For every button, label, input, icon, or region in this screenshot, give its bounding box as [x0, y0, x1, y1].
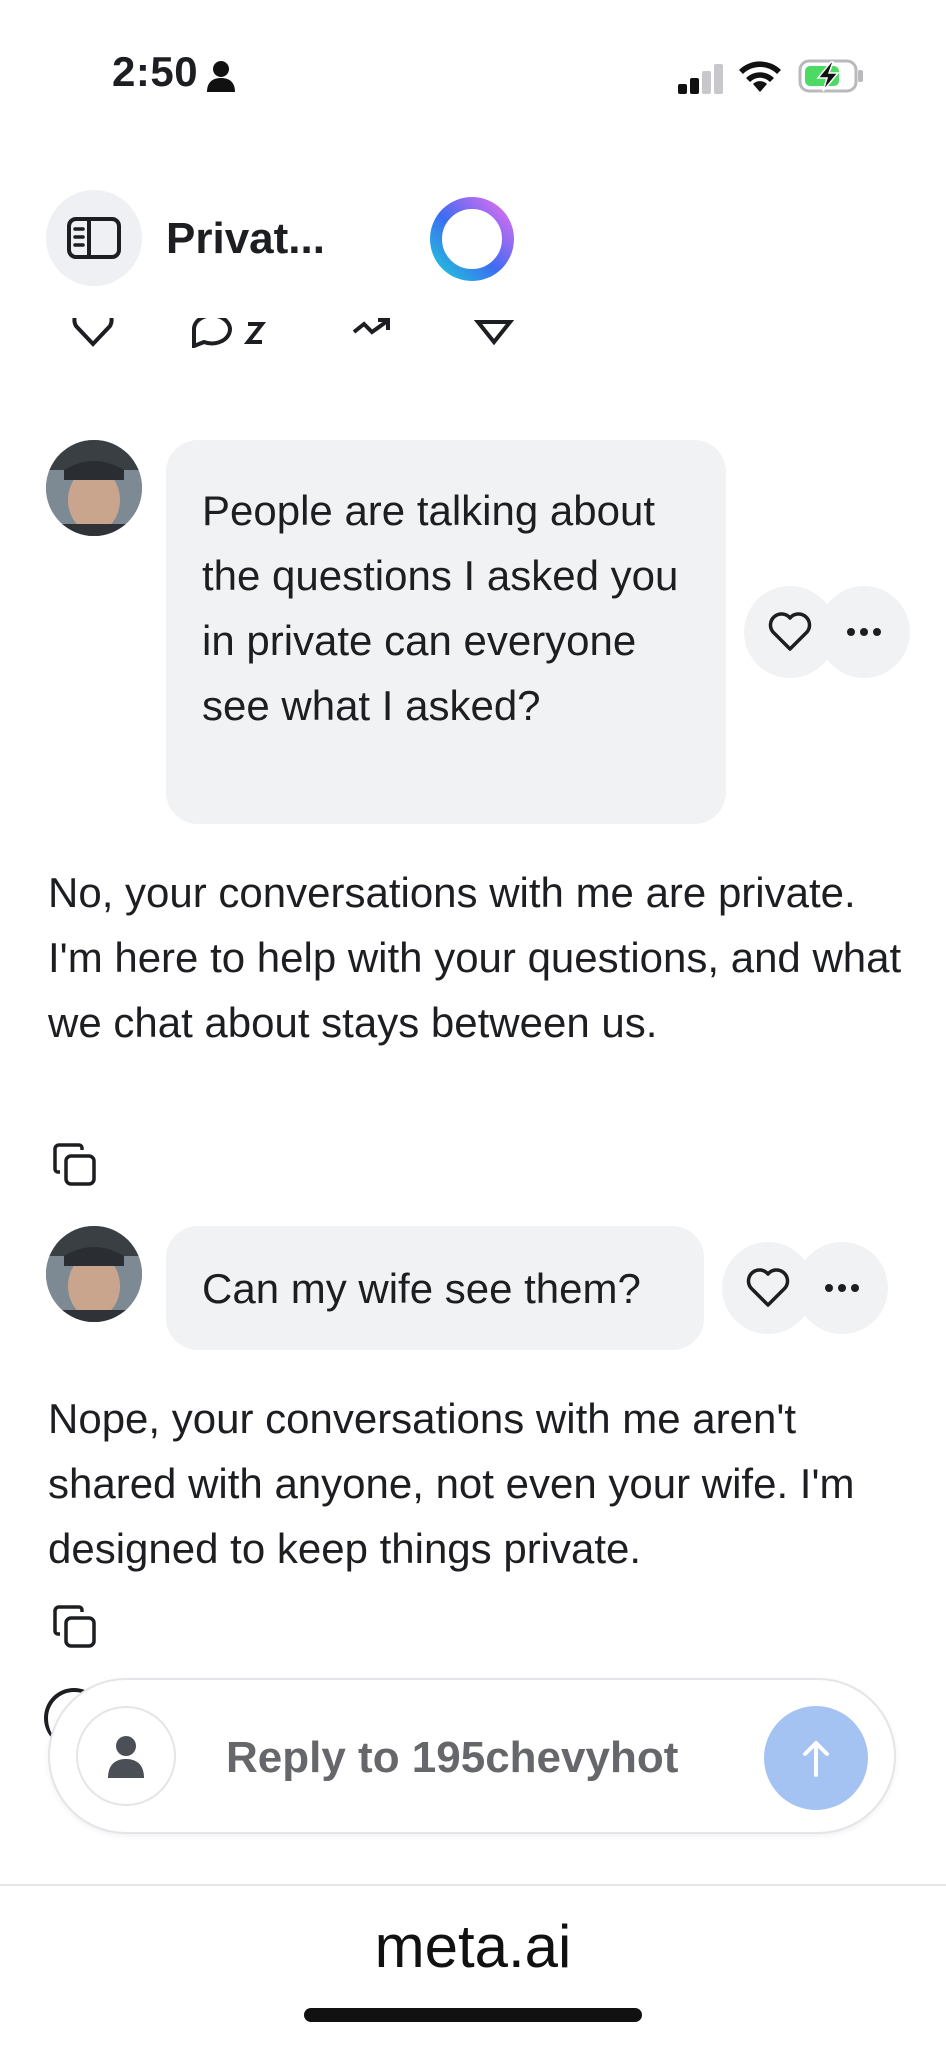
heart-icon[interactable]	[70, 318, 116, 348]
user-message-text: People are talking about the questions I…	[202, 487, 679, 729]
copy-icon[interactable]	[52, 1604, 98, 1650]
arrow-up-icon	[803, 1741, 829, 1777]
user-avatar[interactable]	[46, 440, 142, 536]
send-button[interactable]	[764, 1706, 868, 1810]
reply-user-avatar[interactable]	[76, 1706, 176, 1806]
more-options-button[interactable]	[796, 1242, 888, 1334]
status-bar: 2:50	[0, 0, 946, 150]
copy-icon[interactable]	[52, 1142, 98, 1188]
user-avatar[interactable]	[46, 1226, 142, 1322]
assistant-message-text: Nope, your conversations with me aren't …	[48, 1395, 855, 1572]
home-indicator[interactable]	[304, 2008, 642, 2022]
share-icon[interactable]	[350, 318, 396, 348]
assistant-message-text: No, your conversations with me are priva…	[48, 869, 902, 1046]
browser-url[interactable]: meta.ai	[0, 1912, 946, 1981]
person-icon	[108, 1736, 144, 1778]
user-message-text: Can my wife see them?	[202, 1265, 641, 1312]
user-message-bubble: People are talking about the questions I…	[166, 440, 726, 824]
meta-ai-ring-icon[interactable]	[428, 195, 516, 283]
comment-icon[interactable]	[190, 318, 270, 348]
chat-title[interactable]: Privat...	[166, 214, 325, 264]
sidebar-panel-icon	[67, 217, 121, 259]
heart-icon	[746, 1268, 790, 1307]
previous-post-actions	[0, 318, 946, 358]
person-icon	[207, 61, 235, 92]
more-icon	[847, 628, 881, 636]
send-icon[interactable]	[474, 318, 514, 348]
battery-charging-icon	[798, 59, 863, 93]
more-options-button[interactable]	[818, 586, 910, 678]
status-time: 2:50	[112, 48, 199, 95]
more-icon	[825, 1284, 859, 1292]
cellular-signal-icon	[678, 64, 723, 94]
wifi-icon	[739, 61, 781, 92]
sidebar-toggle-button[interactable]	[46, 190, 142, 286]
user-message-bubble: Can my wife see them?	[166, 1226, 704, 1350]
reply-composer	[48, 1678, 896, 1834]
browser-divider	[0, 1884, 946, 1886]
reply-input[interactable]	[226, 1728, 766, 1788]
heart-icon	[768, 612, 812, 651]
